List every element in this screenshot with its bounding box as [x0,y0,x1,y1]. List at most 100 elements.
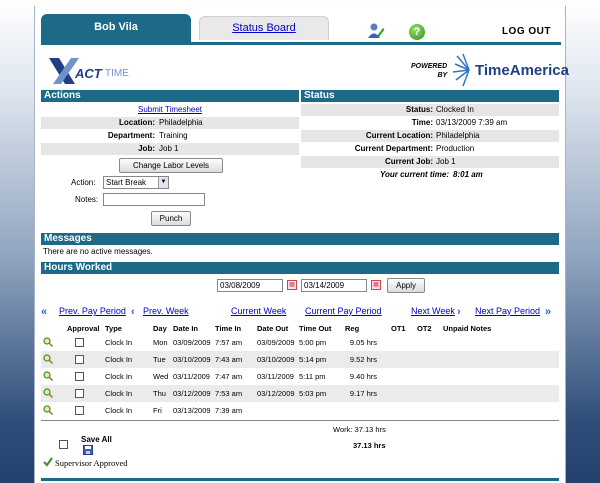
row-time-in: 7:39 am [215,406,243,415]
date-to-input[interactable]: 03/14/2009 [301,279,367,292]
row-day: Mon [153,338,168,347]
magnifier-icon[interactable] [43,370,53,381]
magnifier-icon[interactable] [43,404,53,415]
row-type: Clock In [105,372,133,381]
apply-button[interactable]: Apply [387,278,425,293]
row-time-in: 7:43 am [213,351,255,368]
powered-label: POWERED [411,63,448,70]
next-pay-period-link[interactable]: Next Pay Period [475,306,540,316]
row-date-in: 03/11/2009 [173,372,210,381]
double-chevron-left-icon[interactable]: « [41,306,47,318]
action-select[interactable]: Start Break ▼ [103,176,169,189]
app-frame: Bob Vila Status Board ? LOG OUT ACT TIME… [34,6,569,483]
work-label: Work: [333,425,353,434]
magnifier-icon[interactable] [43,353,53,364]
time-text: TIME [105,68,129,79]
location-label: Location: [119,118,155,127]
row-time-in: 7:53 am [213,385,255,402]
row-type: Clock In [103,385,151,402]
save-icon[interactable] [83,445,93,455]
tab-status-board[interactable]: Status Board [199,16,329,40]
chevron-down-icon[interactable]: ▼ [158,177,168,188]
help-icon[interactable]: ? [409,24,425,40]
prev-pay-period-link[interactable]: Prev. Pay Period [59,306,126,316]
next-week-link[interactable]: Next Week [411,306,455,316]
row-type: Clock In [103,351,151,368]
approval-checkbox[interactable] [75,355,84,365]
row-date-in: 03/09/2009 [173,338,211,347]
col-date-in: Date In [173,323,199,333]
current-department-value: Production [436,144,475,153]
job-row: Job: Job 1 [41,143,299,155]
col-ot1: OT1 [391,323,406,333]
submit-row: Submit Timesheet [41,104,299,116]
logout-link[interactable]: LOG OUT [502,26,551,37]
notes-label: Notes: [75,195,99,204]
table-row: Clock In Fri 03/13/2009 7:39 am [41,402,559,419]
col-date-out: Date Out [257,323,289,333]
chevron-left-icon[interactable]: ‹ [131,306,134,318]
approval-checkbox[interactable] [75,372,84,382]
table-row: Clock In Thu 03/12/2009 7:53 am 03/12/20… [41,385,559,402]
row-date-in: 03/12/2009 [171,385,213,402]
hours-table: Approval Type Day Date In Time In Date O… [41,322,559,419]
approval-checkbox[interactable] [75,406,84,416]
row-date-in: 03/10/2009 [171,351,213,368]
magnifier-icon[interactable] [43,387,53,398]
row-time-out: 5:03 pm [297,385,343,402]
date-from-input[interactable]: 03/08/2009 [217,279,283,292]
current-job-label: Current Job: [385,157,433,166]
your-time-value: 8:01 am [453,170,483,179]
tab-employee[interactable]: Bob Vila [41,14,191,42]
select-all-checkbox[interactable] [59,440,68,449]
actions-header: Actions [41,90,299,102]
row-day: Fri [153,406,162,415]
messages-header: Messages [41,233,559,245]
current-location-value: Philadelphia [436,131,480,140]
row-date-out: 03/12/2009 [255,385,297,402]
chevron-right-icon[interactable]: › [457,306,460,318]
supervisor-approved-label: Supervisor Approved [55,458,128,468]
col-approval: Approval [67,323,100,333]
calendar-icon[interactable]: ▦ [371,280,381,290]
work-value: 37.13 hrs [354,425,386,434]
checkmark-icon [43,457,53,467]
submit-timesheet-link[interactable]: Submit Timesheet [138,105,202,114]
powered-by-text: POWERED BY [411,62,447,80]
time-row: Time: 03/13/2009 7:39 am [301,117,559,129]
current-week-link[interactable]: Current Week [231,306,286,316]
approval-checkbox[interactable] [75,389,84,399]
double-chevron-right-icon[interactable]: » [545,306,551,318]
prev-week-link[interactable]: Prev. Week [143,306,189,316]
current-pay-period-link[interactable]: Current Pay Period [305,306,382,316]
row-date-out: 03/11/2009 [257,372,294,381]
col-unpaid-notes: Unpaid Notes [443,323,492,333]
row-time-out: 5:11 pm [299,372,326,381]
change-labor-levels-button[interactable]: Change Labor Levels [119,158,223,173]
job-value: Job 1 [159,144,179,153]
location-value: Philadelphia [159,118,203,127]
user-edit-icon[interactable] [367,22,385,40]
punch-button[interactable]: Punch [151,211,191,226]
table-row: Clock In Tue 03/10/2009 7:43 am 03/10/20… [41,351,559,368]
col-reg: Reg [345,323,360,333]
your-current-time-row: Your current time: 8:01 am [301,169,559,181]
status-board-link[interactable]: Status Board [232,22,296,34]
col-day: Day [153,323,167,333]
current-location-row: Current Location: Philadelphia [301,130,559,142]
notes-input[interactable] [103,193,205,206]
current-location-label: Current Location: [365,131,433,140]
your-time-label: Your current time: [379,170,449,179]
calendar-icon[interactable]: ▦ [287,280,297,290]
action-select-value: Start Break [106,178,147,187]
approval-checkbox[interactable] [75,338,84,348]
bottom-bar [41,478,559,481]
current-job-row: Current Job: Job 1 [301,156,559,168]
job-label: Job: [138,144,155,153]
status-row: Status: Clocked In [301,104,559,116]
magnifier-icon[interactable] [43,336,53,347]
tab-underline [41,42,561,45]
totals-separator [41,420,559,421]
work-total-row: Work: 37.13 hrs [333,424,386,436]
col-time-in: Time In [215,323,242,333]
